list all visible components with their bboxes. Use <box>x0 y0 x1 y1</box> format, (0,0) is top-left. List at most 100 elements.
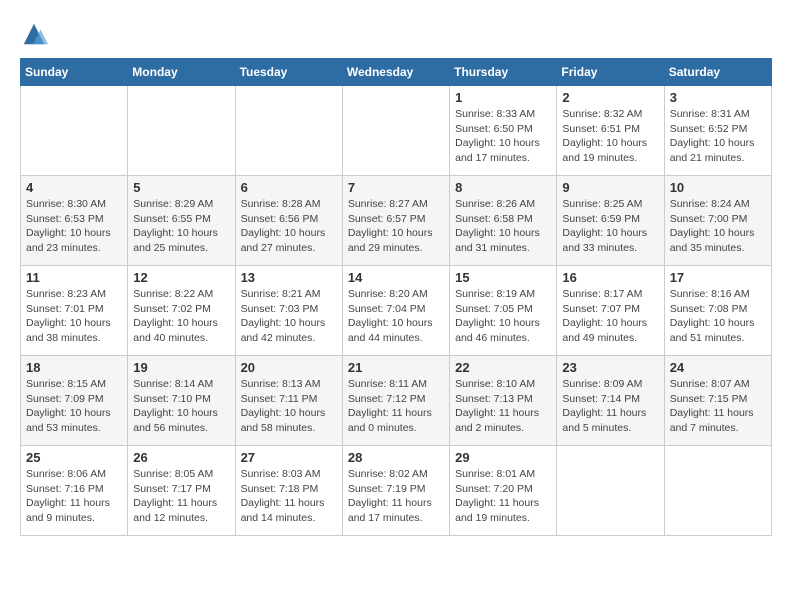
weekday-header-cell: Thursday <box>450 59 557 86</box>
day-info: Sunrise: 8:27 AM Sunset: 6:57 PM Dayligh… <box>348 197 444 256</box>
calendar-day-cell: 28 Sunrise: 8:02 AM Sunset: 7:19 PM Dayli… <box>342 446 449 536</box>
calendar-day-cell: 1 Sunrise: 8:33 AM Sunset: 6:50 PM Daylig… <box>450 86 557 176</box>
day-number: 7 <box>348 180 444 195</box>
day-info: Sunrise: 8:07 AM Sunset: 7:15 PM Dayligh… <box>670 377 766 436</box>
calendar-day-cell <box>128 86 235 176</box>
day-number: 20 <box>241 360 337 375</box>
day-number: 11 <box>26 270 122 285</box>
calendar-body: 1 Sunrise: 8:33 AM Sunset: 6:50 PM Daylig… <box>21 86 772 536</box>
calendar-day-cell <box>21 86 128 176</box>
day-number: 19 <box>133 360 229 375</box>
day-info: Sunrise: 8:31 AM Sunset: 6:52 PM Dayligh… <box>670 107 766 166</box>
calendar-day-cell: 11 Sunrise: 8:23 AM Sunset: 7:01 PM Dayli… <box>21 266 128 356</box>
day-number: 14 <box>348 270 444 285</box>
day-info: Sunrise: 8:23 AM Sunset: 7:01 PM Dayligh… <box>26 287 122 346</box>
weekday-header-cell: Friday <box>557 59 664 86</box>
calendar-day-cell: 17 Sunrise: 8:16 AM Sunset: 7:08 PM Dayli… <box>664 266 771 356</box>
day-number: 13 <box>241 270 337 285</box>
day-info: Sunrise: 8:15 AM Sunset: 7:09 PM Dayligh… <box>26 377 122 436</box>
day-number: 8 <box>455 180 551 195</box>
calendar-day-cell: 6 Sunrise: 8:28 AM Sunset: 6:56 PM Daylig… <box>235 176 342 266</box>
calendar-day-cell: 2Sunrise: 8:32 AM Sunset: 6:51 PM Daylig… <box>557 86 664 176</box>
day-info: Sunrise: 8:17 AM Sunset: 7:07 PM Dayligh… <box>562 287 658 346</box>
day-number: 18 <box>26 360 122 375</box>
day-info: Sunrise: 8:21 AM Sunset: 7:03 PM Dayligh… <box>241 287 337 346</box>
day-number: 27 <box>241 450 337 465</box>
day-info: Sunrise: 8:01 AM Sunset: 7:20 PM Dayligh… <box>455 467 551 526</box>
calendar-day-cell: 27 Sunrise: 8:03 AM Sunset: 7:18 PM Dayli… <box>235 446 342 536</box>
header <box>20 20 772 48</box>
day-number: 23 <box>562 360 658 375</box>
day-info: Sunrise: 8:22 AM Sunset: 7:02 PM Dayligh… <box>133 287 229 346</box>
day-number: 16 <box>562 270 658 285</box>
day-info: Sunrise: 8:33 AM Sunset: 6:50 PM Dayligh… <box>455 107 551 166</box>
logo <box>20 20 52 48</box>
calendar-day-cell: 12 Sunrise: 8:22 AM Sunset: 7:02 PM Dayli… <box>128 266 235 356</box>
day-number: 6 <box>241 180 337 195</box>
calendar-day-cell <box>235 86 342 176</box>
day-number: 4 <box>26 180 122 195</box>
calendar-day-cell: 14Sunrise: 8:20 AM Sunset: 7:04 PM Dayli… <box>342 266 449 356</box>
day-info: Sunrise: 8:03 AM Sunset: 7:18 PM Dayligh… <box>241 467 337 526</box>
weekday-header-cell: Tuesday <box>235 59 342 86</box>
day-number: 17 <box>670 270 766 285</box>
day-number: 12 <box>133 270 229 285</box>
day-number: 15 <box>455 270 551 285</box>
day-info: Sunrise: 8:09 AM Sunset: 7:14 PM Dayligh… <box>562 377 658 436</box>
day-info: Sunrise: 8:19 AM Sunset: 7:05 PM Dayligh… <box>455 287 551 346</box>
day-number: 28 <box>348 450 444 465</box>
weekday-header-row: SundayMondayTuesdayWednesdayThursdayFrid… <box>21 59 772 86</box>
calendar-day-cell: 16 Sunrise: 8:17 AM Sunset: 7:07 PM Dayli… <box>557 266 664 356</box>
weekday-header-cell: Wednesday <box>342 59 449 86</box>
day-info: Sunrise: 8:13 AM Sunset: 7:11 PM Dayligh… <box>241 377 337 436</box>
calendar-day-cell: 5 Sunrise: 8:29 AM Sunset: 6:55 PM Daylig… <box>128 176 235 266</box>
calendar-day-cell: 23 Sunrise: 8:09 AM Sunset: 7:14 PM Dayli… <box>557 356 664 446</box>
calendar-week-row: 11 Sunrise: 8:23 AM Sunset: 7:01 PM Dayli… <box>21 266 772 356</box>
day-info: Sunrise: 8:16 AM Sunset: 7:08 PM Dayligh… <box>670 287 766 346</box>
day-number: 9 <box>562 180 658 195</box>
calendar-day-cell: 13 Sunrise: 8:21 AM Sunset: 7:03 PM Dayli… <box>235 266 342 356</box>
calendar-day-cell: 19 Sunrise: 8:14 AM Sunset: 7:10 PM Dayli… <box>128 356 235 446</box>
calendar-day-cell: 21Sunrise: 8:11 AM Sunset: 7:12 PM Dayli… <box>342 356 449 446</box>
day-info: Sunrise: 8:10 AM Sunset: 7:13 PM Dayligh… <box>455 377 551 436</box>
calendar-day-cell: 9 Sunrise: 8:25 AM Sunset: 6:59 PM Daylig… <box>557 176 664 266</box>
day-number: 22 <box>455 360 551 375</box>
day-info: Sunrise: 8:30 AM Sunset: 6:53 PM Dayligh… <box>26 197 122 256</box>
calendar-day-cell: 4 Sunrise: 8:30 AM Sunset: 6:53 PM Daylig… <box>21 176 128 266</box>
calendar-day-cell <box>342 86 449 176</box>
calendar-day-cell: 22 Sunrise: 8:10 AM Sunset: 7:13 PM Dayli… <box>450 356 557 446</box>
day-info: Sunrise: 8:32 AM Sunset: 6:51 PM Dayligh… <box>562 107 658 166</box>
calendar-week-row: 4 Sunrise: 8:30 AM Sunset: 6:53 PM Daylig… <box>21 176 772 266</box>
day-info: Sunrise: 8:25 AM Sunset: 6:59 PM Dayligh… <box>562 197 658 256</box>
calendar-day-cell: 25Sunrise: 8:06 AM Sunset: 7:16 PM Dayli… <box>21 446 128 536</box>
calendar-day-cell: 18 Sunrise: 8:15 AM Sunset: 7:09 PM Dayli… <box>21 356 128 446</box>
weekday-header-cell: Sunday <box>21 59 128 86</box>
day-number: 26 <box>133 450 229 465</box>
day-info: Sunrise: 8:14 AM Sunset: 7:10 PM Dayligh… <box>133 377 229 436</box>
calendar-day-cell: 20 Sunrise: 8:13 AM Sunset: 7:11 PM Dayli… <box>235 356 342 446</box>
day-info: Sunrise: 8:05 AM Sunset: 7:17 PM Dayligh… <box>133 467 229 526</box>
day-info: Sunrise: 8:29 AM Sunset: 6:55 PM Dayligh… <box>133 197 229 256</box>
day-number: 21 <box>348 360 444 375</box>
logo-icon <box>20 20 48 48</box>
calendar-day-cell: 26 Sunrise: 8:05 AM Sunset: 7:17 PM Dayli… <box>128 446 235 536</box>
day-info: Sunrise: 8:26 AM Sunset: 6:58 PM Dayligh… <box>455 197 551 256</box>
calendar-day-cell: 24 Sunrise: 8:07 AM Sunset: 7:15 PM Dayli… <box>664 356 771 446</box>
day-number: 3 <box>670 90 766 105</box>
calendar-day-cell <box>557 446 664 536</box>
day-number: 1 <box>455 90 551 105</box>
calendar-day-cell: 7 Sunrise: 8:27 AM Sunset: 6:57 PM Daylig… <box>342 176 449 266</box>
day-info: Sunrise: 8:28 AM Sunset: 6:56 PM Dayligh… <box>241 197 337 256</box>
day-number: 24 <box>670 360 766 375</box>
calendar-day-cell: 15 Sunrise: 8:19 AM Sunset: 7:05 PM Dayli… <box>450 266 557 356</box>
calendar-table: SundayMondayTuesdayWednesdayThursdayFrid… <box>20 58 772 536</box>
day-info: Sunrise: 8:24 AM Sunset: 7:00 PM Dayligh… <box>670 197 766 256</box>
day-number: 10 <box>670 180 766 195</box>
day-info: Sunrise: 8:06 AM Sunset: 7:16 PM Dayligh… <box>26 467 122 526</box>
day-number: 5 <box>133 180 229 195</box>
calendar-week-row: 25Sunrise: 8:06 AM Sunset: 7:16 PM Dayli… <box>21 446 772 536</box>
day-info: Sunrise: 8:02 AM Sunset: 7:19 PM Dayligh… <box>348 467 444 526</box>
day-number: 29 <box>455 450 551 465</box>
calendar-day-cell: 8 Sunrise: 8:26 AM Sunset: 6:58 PM Daylig… <box>450 176 557 266</box>
calendar-day-cell: 3 Sunrise: 8:31 AM Sunset: 6:52 PM Daylig… <box>664 86 771 176</box>
